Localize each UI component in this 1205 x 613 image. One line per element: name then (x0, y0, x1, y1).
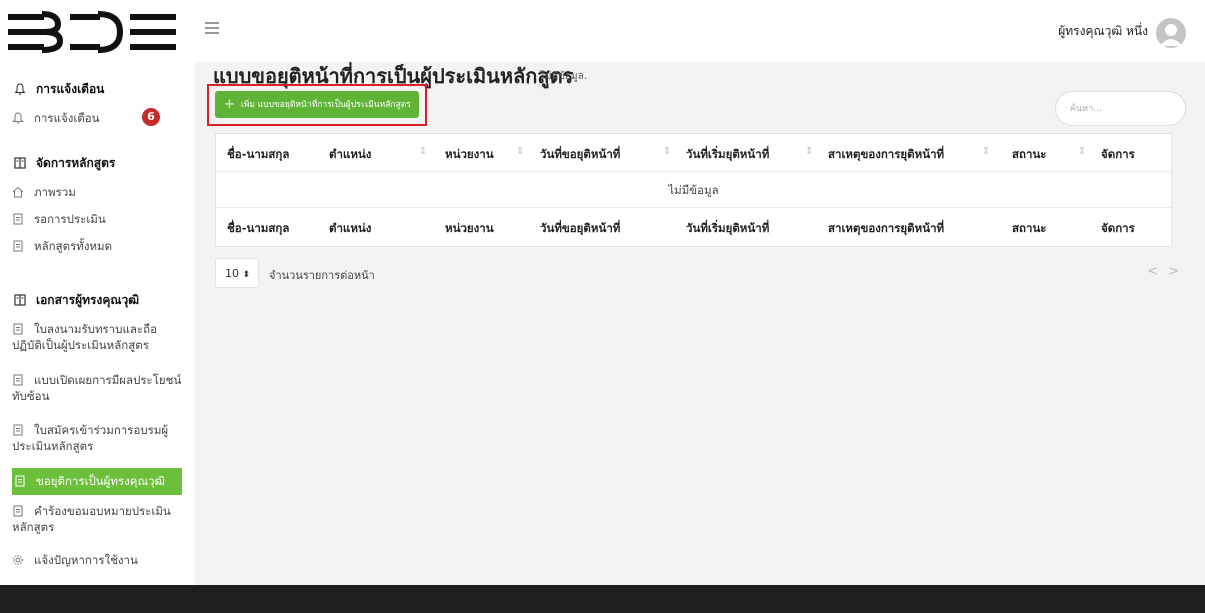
document-icon (13, 323, 23, 335)
prev-page-button[interactable]: < (1147, 264, 1168, 279)
column-header-request-date[interactable]: วันที่ขอยุติหน้าที่ (540, 146, 620, 164)
user-avatar-icon (1160, 24, 1182, 46)
column-footer-actions: จัดการ (1101, 221, 1135, 235)
select-caret-icon: ⬍ (242, 270, 251, 280)
book-icon (14, 294, 26, 306)
pagination: <> (1147, 264, 1189, 279)
column-footer-position: ตำแหน่ง (329, 221, 372, 235)
column-header-status[interactable]: สถานะ (1012, 146, 1046, 164)
menu-toggle-icon[interactable] (205, 22, 219, 34)
sidebar-section-course-management: จัดการหลักสูตร (14, 154, 115, 173)
document-icon (15, 475, 25, 487)
column-footer-agency: หน่วยงาน (445, 221, 494, 235)
column-header-start-date[interactable]: วันที่เริ่มยุติหน้าที่ (686, 146, 769, 164)
top-bar: ผู้ทรงคุณวุฒิ หนึ่ง (0, 0, 1205, 62)
per-page-label: จำนวนรายการต่อหน้า (269, 269, 375, 282)
column-footer-status: สถานะ (1012, 221, 1047, 235)
sort-icon[interactable]: ⇕ (516, 146, 524, 157)
column-header-position[interactable]: ตำแหน่ง (329, 146, 371, 164)
table-footer-row: ชื่อ-นามสกุล ตำแหน่ง หน่วยงาน วันที่ขอยุ… (216, 208, 1171, 246)
page-subtitle: ไม่มีข้อมูล. (540, 71, 587, 82)
column-footer-request-date: วันที่ขอยุติหน้าที่ (540, 221, 621, 235)
sort-icon[interactable]: ⇕ (1078, 146, 1086, 157)
sidebar-item-assignment-request[interactable]: คำร้องขอมอบหมายประเมินหลักสูตร (12, 503, 182, 535)
search-input[interactable] (1055, 91, 1186, 126)
data-table: ชื่อ-นามสกุล ตำแหน่ง ⇕ หน่วยงาน ⇕ วันที่… (215, 133, 1172, 247)
column-footer-start-date: วันที่เริ่มยุติหน้าที่ (686, 221, 770, 235)
column-header-agency[interactable]: หน่วยงาน (445, 146, 494, 164)
sidebar-item-pending-evaluation[interactable]: รอการประเมิน (12, 211, 182, 227)
column-footer-name: ชื่อ-นามสกุล (227, 221, 290, 235)
table-header-row: ชื่อ-นามสกุล ตำแหน่ง ⇕ หน่วยงาน ⇕ วันที่… (216, 134, 1171, 172)
column-footer-reason: สาเหตุของการยุติหน้าที่ (828, 221, 945, 235)
bde-logo[interactable] (6, 10, 178, 54)
sort-icon[interactable]: ⇕ (805, 146, 813, 157)
sort-icon[interactable]: ⇕ (982, 146, 990, 157)
notification-count-badge: 6 (142, 108, 160, 126)
next-page-button[interactable]: > (1168, 264, 1189, 279)
document-icon (13, 505, 23, 517)
sidebar-item-terminate-expert[interactable]: ขอยุติการเป็นผู้ทรงคุณวุฒิ (12, 468, 182, 495)
sidebar-item-conflict-of-interest[interactable]: แบบเปิดเผยการมีผลประโยชน์ทับซ้อน (12, 372, 182, 404)
sort-icon[interactable]: ⇕ (419, 146, 427, 157)
sidebar-item-training-application[interactable]: ใบสมัครเข้าร่วมการอบรมผู้ประเมินหลักสูตร (12, 422, 182, 454)
sidebar-item-overview[interactable]: ภาพรวม (12, 184, 182, 200)
avatar[interactable] (1156, 18, 1186, 48)
sidebar-item-acknowledgement-form[interactable]: ใบลงนามรับทราบและถือปฏิบัติเป็นผู้ประเมิ… (12, 321, 182, 353)
page-size-select[interactable]: 10 ⬍ (215, 258, 259, 288)
sidebar-section-expert-documents: เอกสารผู้ทรงคุณวุฒิ (14, 291, 139, 310)
sidebar-item-all-courses[interactable]: หลักสูตรทั้งหมด (12, 238, 182, 254)
document-icon (13, 374, 23, 386)
document-icon (13, 213, 23, 225)
home-icon (12, 186, 24, 198)
column-header-reason[interactable]: สาเหตุของการยุติหน้าที่ (828, 146, 944, 164)
document-icon (13, 240, 23, 252)
bell-icon (14, 83, 26, 95)
footer-bar (0, 585, 1205, 613)
bell-icon (12, 112, 24, 124)
sort-icon[interactable]: ⇕ (663, 146, 671, 157)
column-header-name[interactable]: ชื่อ-นามสกุล (227, 146, 289, 164)
sidebar: การแจ้งเตือน การแจ้งเตือน 6 จัดการหลักสู… (0, 62, 195, 585)
sidebar-item-report-problem[interactable]: แจ้งปัญหาการใช้งาน (12, 552, 182, 568)
no-data-text: ไม่มีข้อมูล (668, 183, 719, 197)
sidebar-section-notifications: การแจ้งเตือน (14, 80, 104, 99)
table-empty-row: ไม่มีข้อมูล (216, 172, 1171, 208)
user-name[interactable]: ผู้ทรงคุณวุฒิ หนึ่ง (1058, 22, 1148, 41)
highlight-box (207, 84, 427, 126)
gear-icon (13, 555, 23, 565)
document-icon (13, 424, 23, 436)
book-icon (14, 157, 26, 169)
column-header-actions[interactable]: จัดการ (1101, 146, 1135, 164)
